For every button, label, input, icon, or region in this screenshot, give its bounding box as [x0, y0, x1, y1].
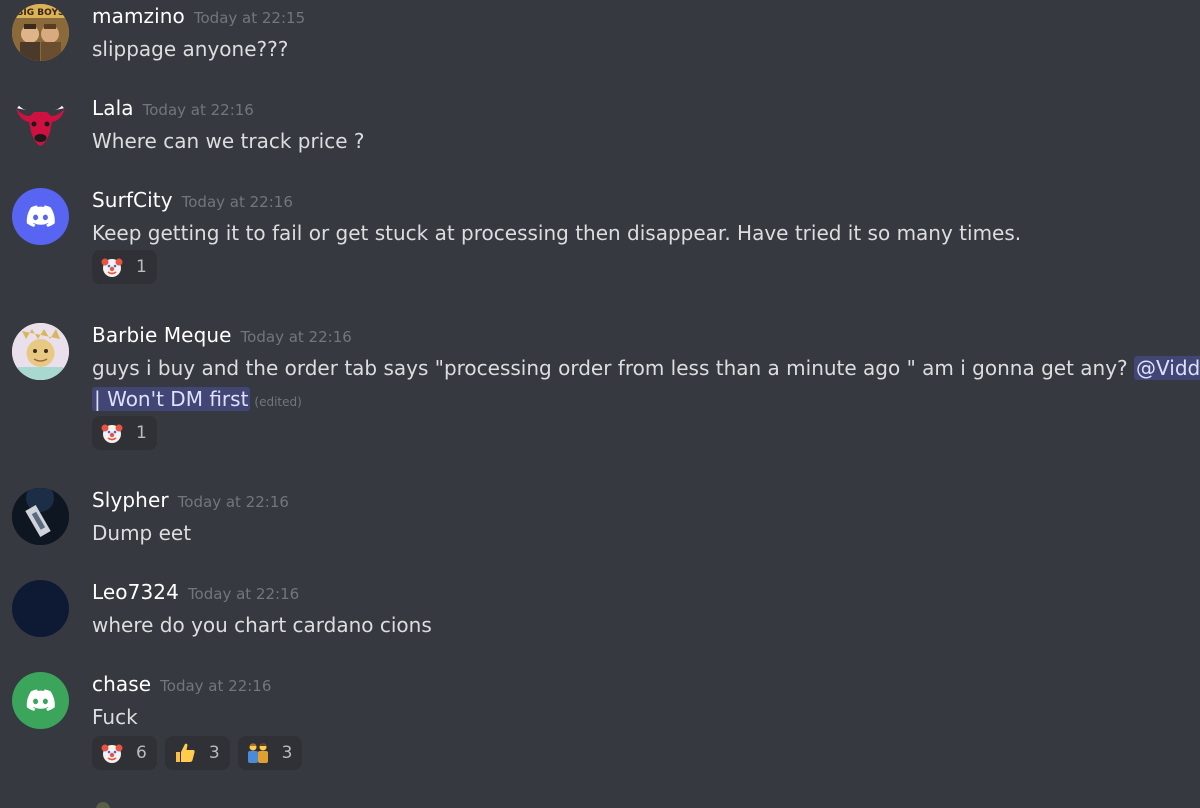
reaction-thumbs-up[interactable]: 3 — [164, 736, 230, 770]
avatar[interactable] — [12, 323, 69, 380]
message-header: Barbie Meque Today at 22:16 — [92, 323, 352, 351]
timestamp: Today at 22:16 — [142, 101, 254, 119]
username[interactable]: Leo7324 — [92, 580, 179, 604]
username[interactable]: mamzino — [92, 4, 185, 28]
message-header: chase Today at 22:16 — [92, 672, 271, 700]
username[interactable]: chase — [92, 672, 151, 696]
avatar[interactable]: BIG BOYS — [12, 4, 69, 61]
message-header: mamzino Today at 22:15 — [92, 4, 305, 32]
message-list: BIG BOYS mamzino Today at 22:15 slippage … — [0, 0, 1200, 808]
reaction-clown[interactable]: 1 — [92, 250, 157, 284]
message-header: Slypher Today at 22:16 — [92, 488, 289, 516]
message-header: Lala Today at 22:16 — [92, 96, 254, 124]
bull-logo-icon — [15, 102, 66, 146]
username[interactable]: Lala — [92, 96, 134, 120]
user-mention-continued[interactable]: | Won't DM first — [92, 387, 251, 411]
timestamp: Today at 22:15 — [193, 9, 306, 27]
message-text: Dump eet — [92, 521, 192, 545]
clown-emoji-icon — [101, 744, 123, 763]
reaction-count: 3 — [208, 743, 220, 763]
people-emoji-icon — [247, 743, 268, 763]
reactions: 6 3 3 — [92, 736, 303, 770]
message-text: Where can we track price ? — [92, 129, 365, 153]
message-text: slippage anyone??? — [92, 37, 289, 61]
avatar[interactable] — [12, 488, 69, 545]
discord-logo-icon — [26, 205, 55, 227]
clown-emoji-icon — [101, 424, 123, 443]
username[interactable]: SurfCity — [92, 188, 173, 212]
edited-label: (edited) — [254, 395, 302, 409]
message-text: Keep getting it to fail or get stuck at … — [92, 221, 1022, 245]
reaction-count: 1 — [136, 257, 147, 277]
reaction-count: 3 — [281, 743, 293, 763]
username[interactable]: Barbie Meque — [92, 323, 232, 347]
message-header: SurfCity Today at 22:16 — [92, 188, 293, 216]
barbie-avatar-icon — [12, 323, 69, 380]
reaction-count: 1 — [136, 423, 147, 443]
timestamp: Today at 22:16 — [177, 493, 289, 511]
timestamp: Today at 22:16 — [240, 328, 352, 346]
reaction-count: 6 — [136, 743, 147, 763]
avatar[interactable] — [12, 188, 69, 245]
avatar[interactable] — [12, 672, 69, 729]
message-text-body: guys i buy and the order tab says "proce… — [92, 356, 1128, 380]
slypher-avatar-icon — [12, 488, 69, 545]
reactions: 1 — [92, 250, 157, 284]
avatar[interactable] — [12, 580, 69, 637]
username[interactable]: Slypher — [92, 488, 169, 512]
reaction-clown[interactable]: 1 — [92, 416, 157, 450]
thumbs-up-emoji-icon — [175, 743, 195, 762]
clown-emoji-icon — [101, 258, 123, 277]
reactions: 1 — [92, 416, 157, 450]
message-text: Fuck — [92, 705, 138, 729]
timestamp: Today at 22:16 — [181, 193, 293, 211]
avatar[interactable] — [12, 96, 69, 153]
big-boys-avatar-icon: BIG BOYS — [12, 4, 69, 61]
user-mention[interactable]: @Viddie — [1134, 356, 1200, 380]
next-message-avatar-partial — [96, 802, 110, 808]
discord-logo-icon — [26, 689, 55, 711]
reaction-people[interactable]: 3 — [237, 736, 303, 770]
timestamp: Today at 22:16 — [160, 677, 272, 695]
reaction-clown[interactable]: 6 — [92, 736, 157, 770]
avatar-lettering: BIG BOYS — [17, 8, 65, 18]
message-text: guys i buy and the order tab says "proce… — [92, 353, 1200, 418]
message-header: Leo7324 Today at 22:16 — [92, 580, 299, 608]
message-text: where do you chart cardano cions — [92, 613, 432, 637]
timestamp: Today at 22:16 — [187, 585, 300, 603]
